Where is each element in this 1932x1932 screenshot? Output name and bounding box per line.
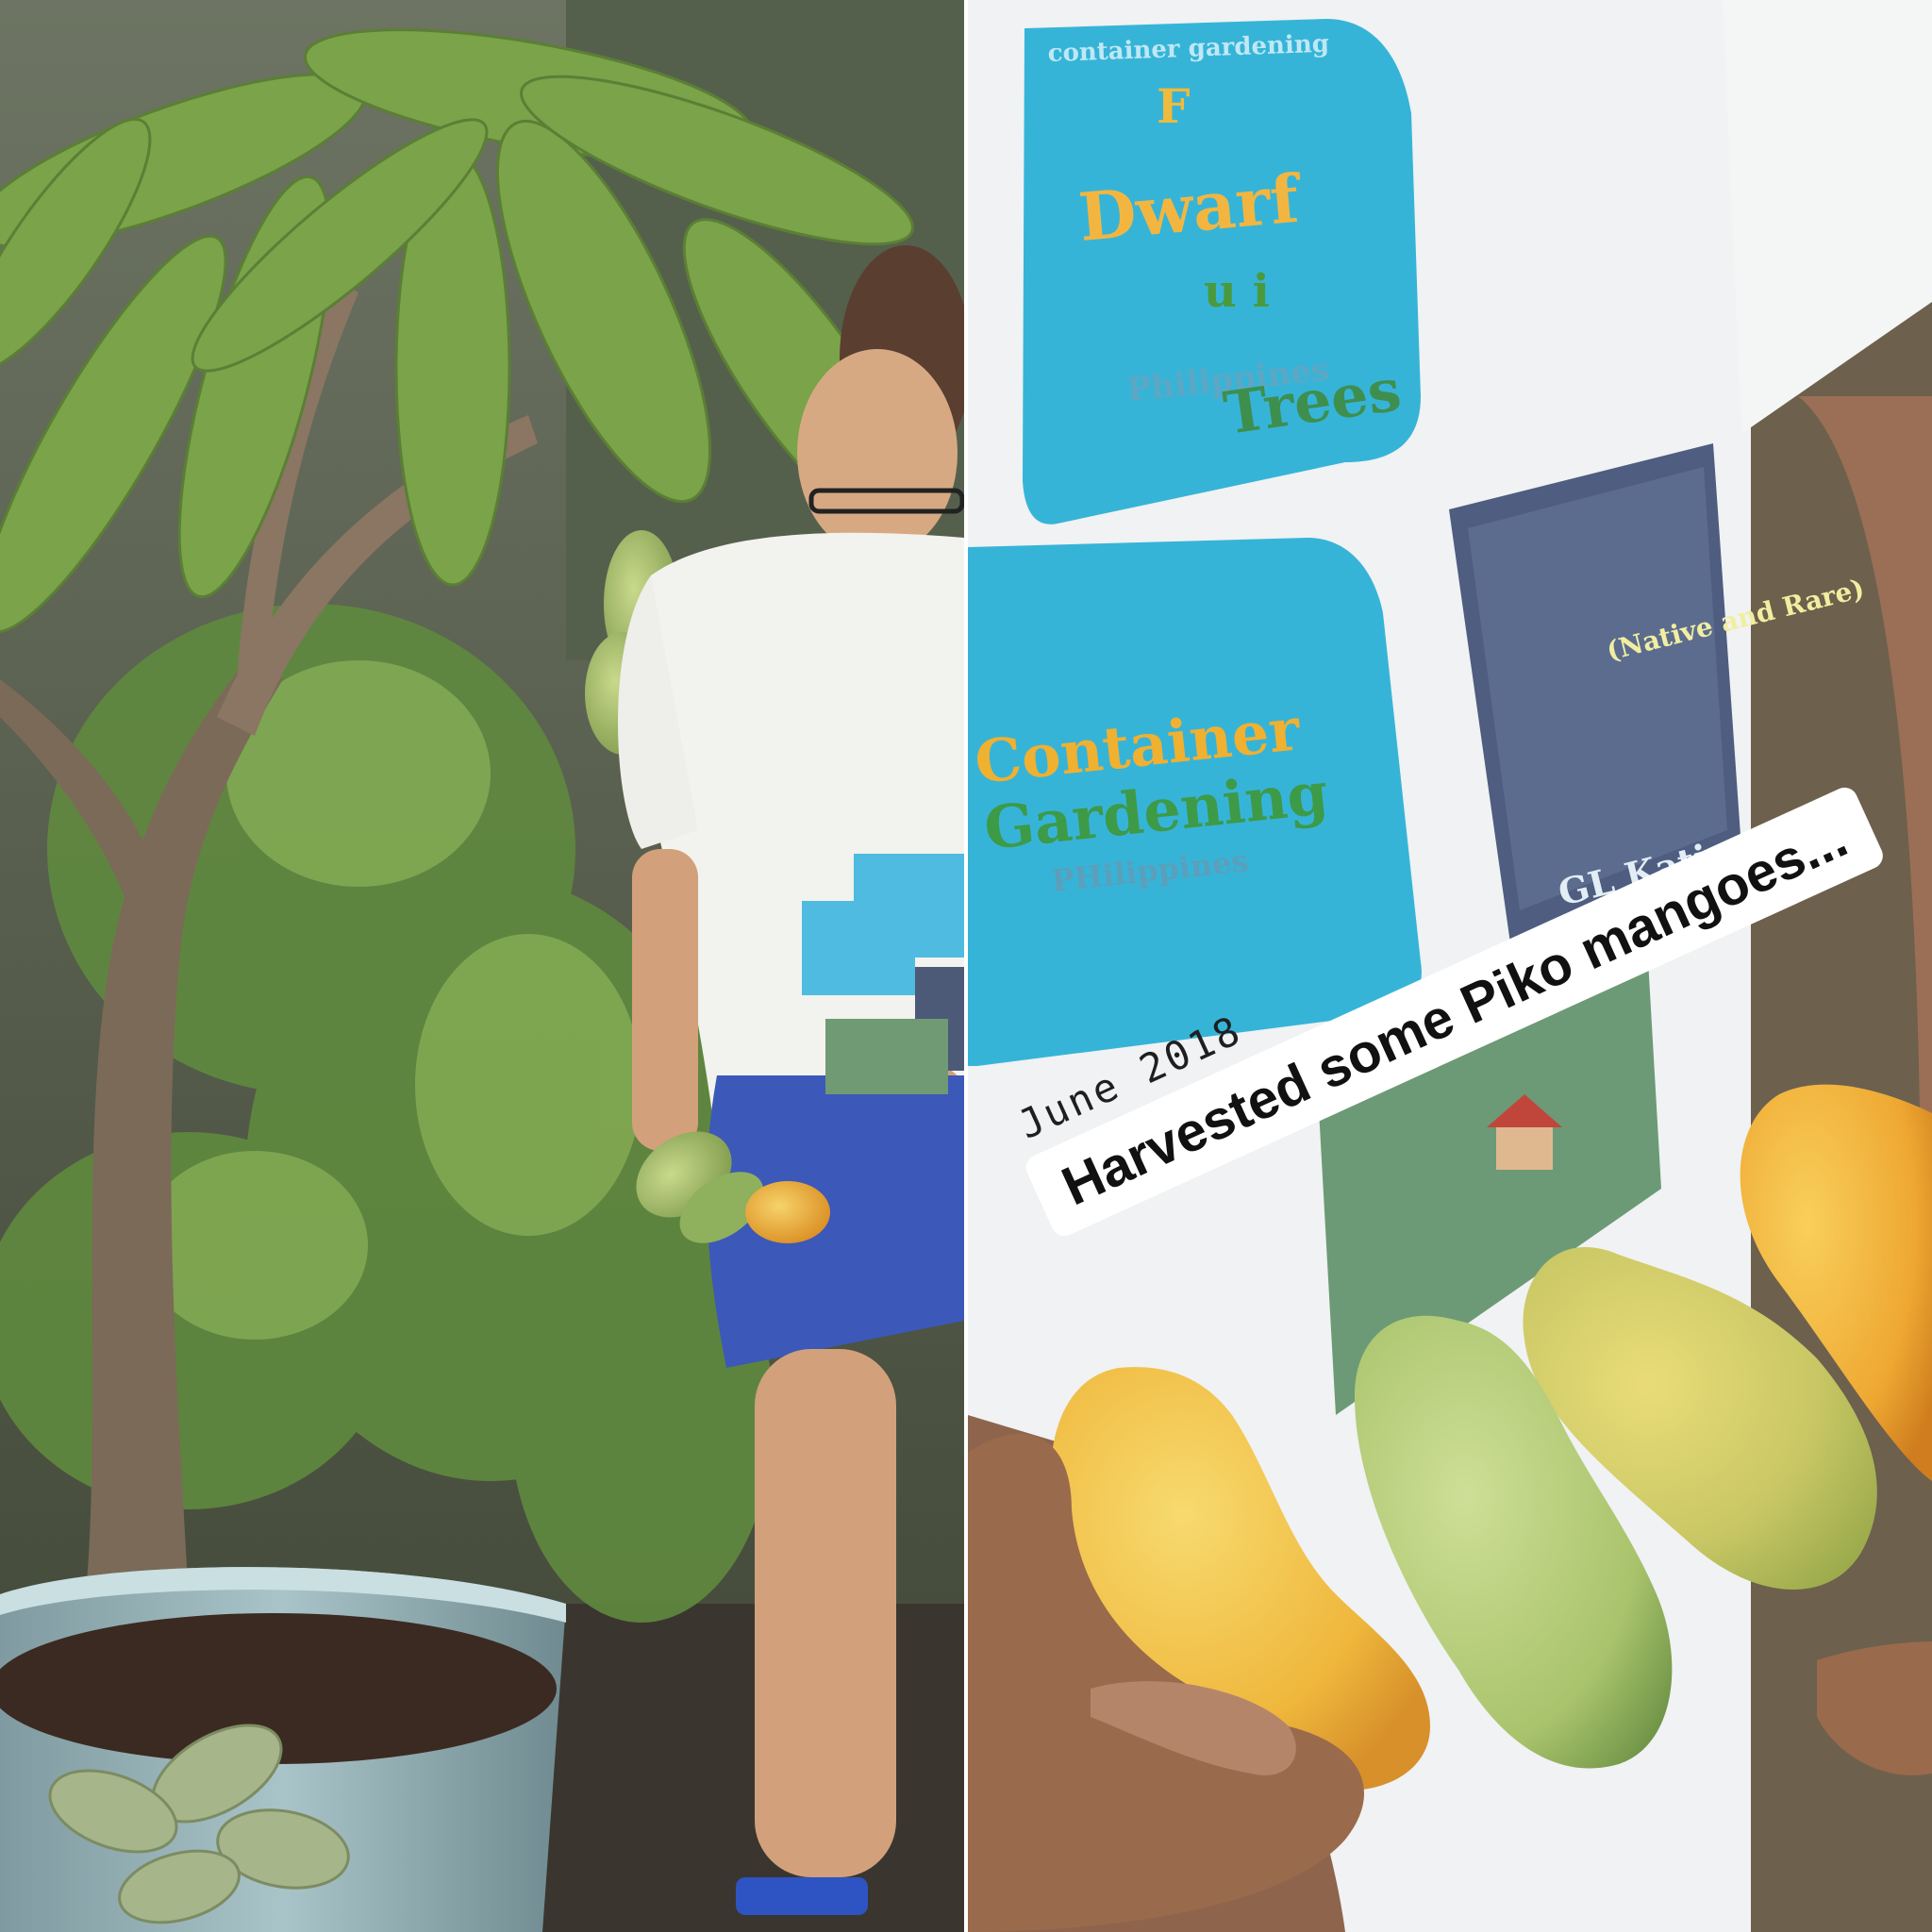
print1-letter-f: F <box>1157 78 1191 134</box>
print1-vertical: u i <box>1204 265 1270 318</box>
left-photo <box>0 0 964 1932</box>
left-photo-panel <box>0 0 964 1932</box>
